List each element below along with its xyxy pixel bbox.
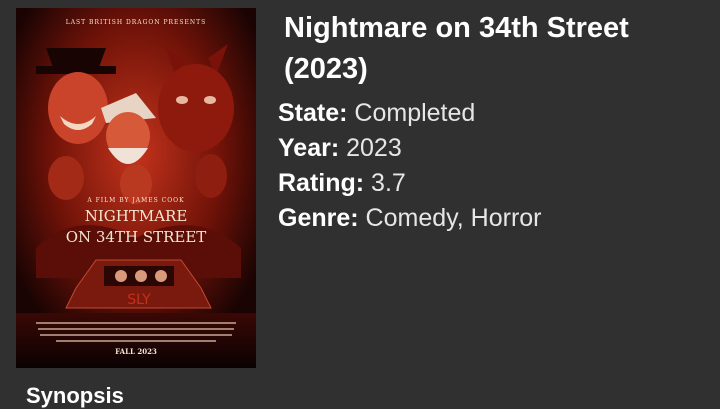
state-label: State: xyxy=(278,99,348,127)
rating-value: 3.7 xyxy=(364,169,406,197)
movie-meta: State: Completed Year: 2023 Rating: 3.7 … xyxy=(278,96,708,236)
year-label: Year: xyxy=(278,134,340,162)
poster-credit: A FILM BY JAMES COOK xyxy=(86,197,184,204)
poster-title-line1: NIGHTMARE xyxy=(85,207,188,225)
year-value: 2023 xyxy=(339,134,402,162)
movie-title: Nightmare on 34th Street (2023) xyxy=(284,12,629,85)
poster-presenter: LAST BRITISH DRAGON PRESENTS xyxy=(66,19,207,26)
rating-row: Rating: 3.7 xyxy=(278,166,708,201)
state-row: State: Completed xyxy=(278,96,708,131)
synopsis-heading: Synopsis xyxy=(26,383,124,408)
year-row: Year: 2023 xyxy=(278,131,708,166)
rating-label: Rating: xyxy=(278,169,365,197)
state-value: Completed xyxy=(347,99,476,127)
movie-info: Nightmare on 34th Street (2023) State: C… xyxy=(278,8,708,236)
genre-label: Genre: xyxy=(278,204,359,232)
poster-date: FALL 2023 xyxy=(115,347,157,356)
movie-poster[interactable]: LAST BRITISH DRAGON PRESENTS A FILM BY J… xyxy=(16,8,256,368)
genre-row: Genre: Comedy, Horror xyxy=(278,201,708,236)
poster-plate: SLY xyxy=(127,292,151,308)
genre-value: Comedy, Horror xyxy=(358,204,542,232)
poster-title-line2: ON 34TH STREET xyxy=(66,228,207,246)
